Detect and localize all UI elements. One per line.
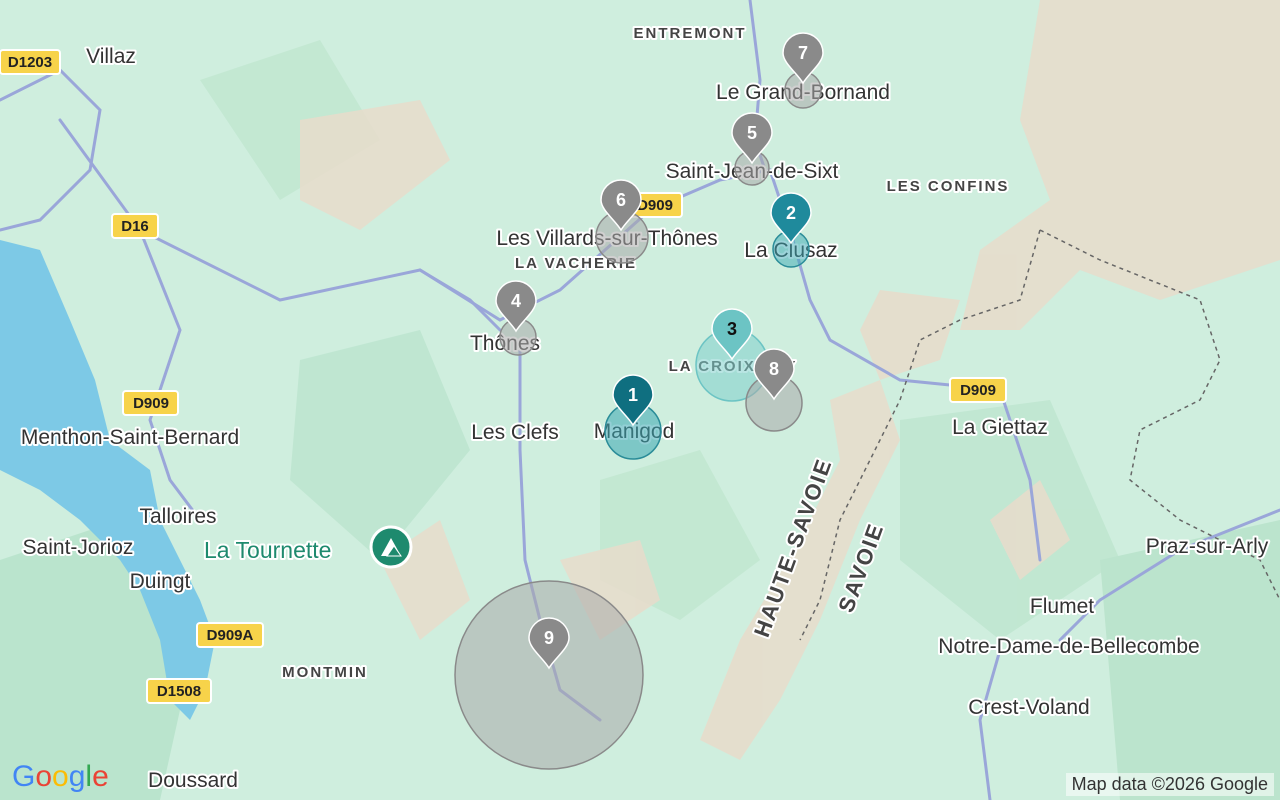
town-label-doussard[interactable]: Doussard xyxy=(146,767,240,794)
google-logo-g: G xyxy=(12,760,36,793)
google-logo: Google xyxy=(12,760,109,793)
svg-text:D909: D909 xyxy=(133,395,169,412)
town-label-la-giettaz[interactable]: La Giettaz xyxy=(950,414,1050,441)
area-label-entremont: ENTREMONT xyxy=(634,25,747,42)
town-label-crest-voland[interactable]: Crest-Voland xyxy=(966,694,1091,721)
marker-label: 7 xyxy=(798,43,808,63)
area-label-les-confins: LES CONFINS xyxy=(887,178,1010,195)
town-label-flumet[interactable]: Flumet xyxy=(1028,593,1096,620)
town-label-praz-sur-arly[interactable]: Praz-sur-Arly xyxy=(1144,533,1271,560)
road-shield-d909-left: D909 xyxy=(122,390,179,416)
road-shield-d909a: D909A xyxy=(196,622,264,648)
marker-label: 2 xyxy=(786,203,796,223)
town-label-talloires[interactable]: Talloires xyxy=(137,503,218,530)
town-label-notre-dame[interactable]: Notre-Dame-de-Bellecombe xyxy=(936,633,1201,660)
marker-label: 4 xyxy=(511,291,521,311)
road-shield-d1508: D1508 xyxy=(146,678,212,704)
town-label-menthon[interactable]: Menthon-Saint-Bernard xyxy=(19,424,241,451)
svg-text:D909: D909 xyxy=(960,382,996,399)
road-shield-d909-right: D909 xyxy=(949,377,1007,403)
town-label-saint-jorioz[interactable]: Saint-Jorioz xyxy=(21,534,136,561)
marker-label: 8 xyxy=(769,359,779,379)
road-shield-d1203: D1203 xyxy=(0,49,61,75)
marker-label: 3 xyxy=(727,319,737,339)
town-label-duingt[interactable]: Duingt xyxy=(128,568,193,595)
area-label-montmin: MONTMIN xyxy=(282,664,368,681)
marker-label: 5 xyxy=(747,123,757,143)
road-shield-d16: D16 xyxy=(111,213,159,239)
svg-text:D16: D16 xyxy=(121,218,149,235)
marker-label: 9 xyxy=(544,628,554,648)
marker-label: 1 xyxy=(628,385,638,405)
svg-text:D1508: D1508 xyxy=(157,683,201,700)
poi-label-la-tournette[interactable]: La Tournette xyxy=(202,535,333,565)
svg-text:D909A: D909A xyxy=(207,627,254,644)
svg-text:D909: D909 xyxy=(637,197,673,214)
map-canvas[interactable]: ENTREMONT LES CONFINS LA VACHERIE LA CRO… xyxy=(0,0,1280,800)
town-label-villaz[interactable]: Villaz xyxy=(84,43,138,70)
svg-text:D1203: D1203 xyxy=(8,54,52,71)
marker-label: 6 xyxy=(616,190,626,210)
town-label-les-clefs[interactable]: Les Clefs xyxy=(469,419,561,446)
map-attribution[interactable]: Map data ©2026 Google xyxy=(1065,773,1274,796)
